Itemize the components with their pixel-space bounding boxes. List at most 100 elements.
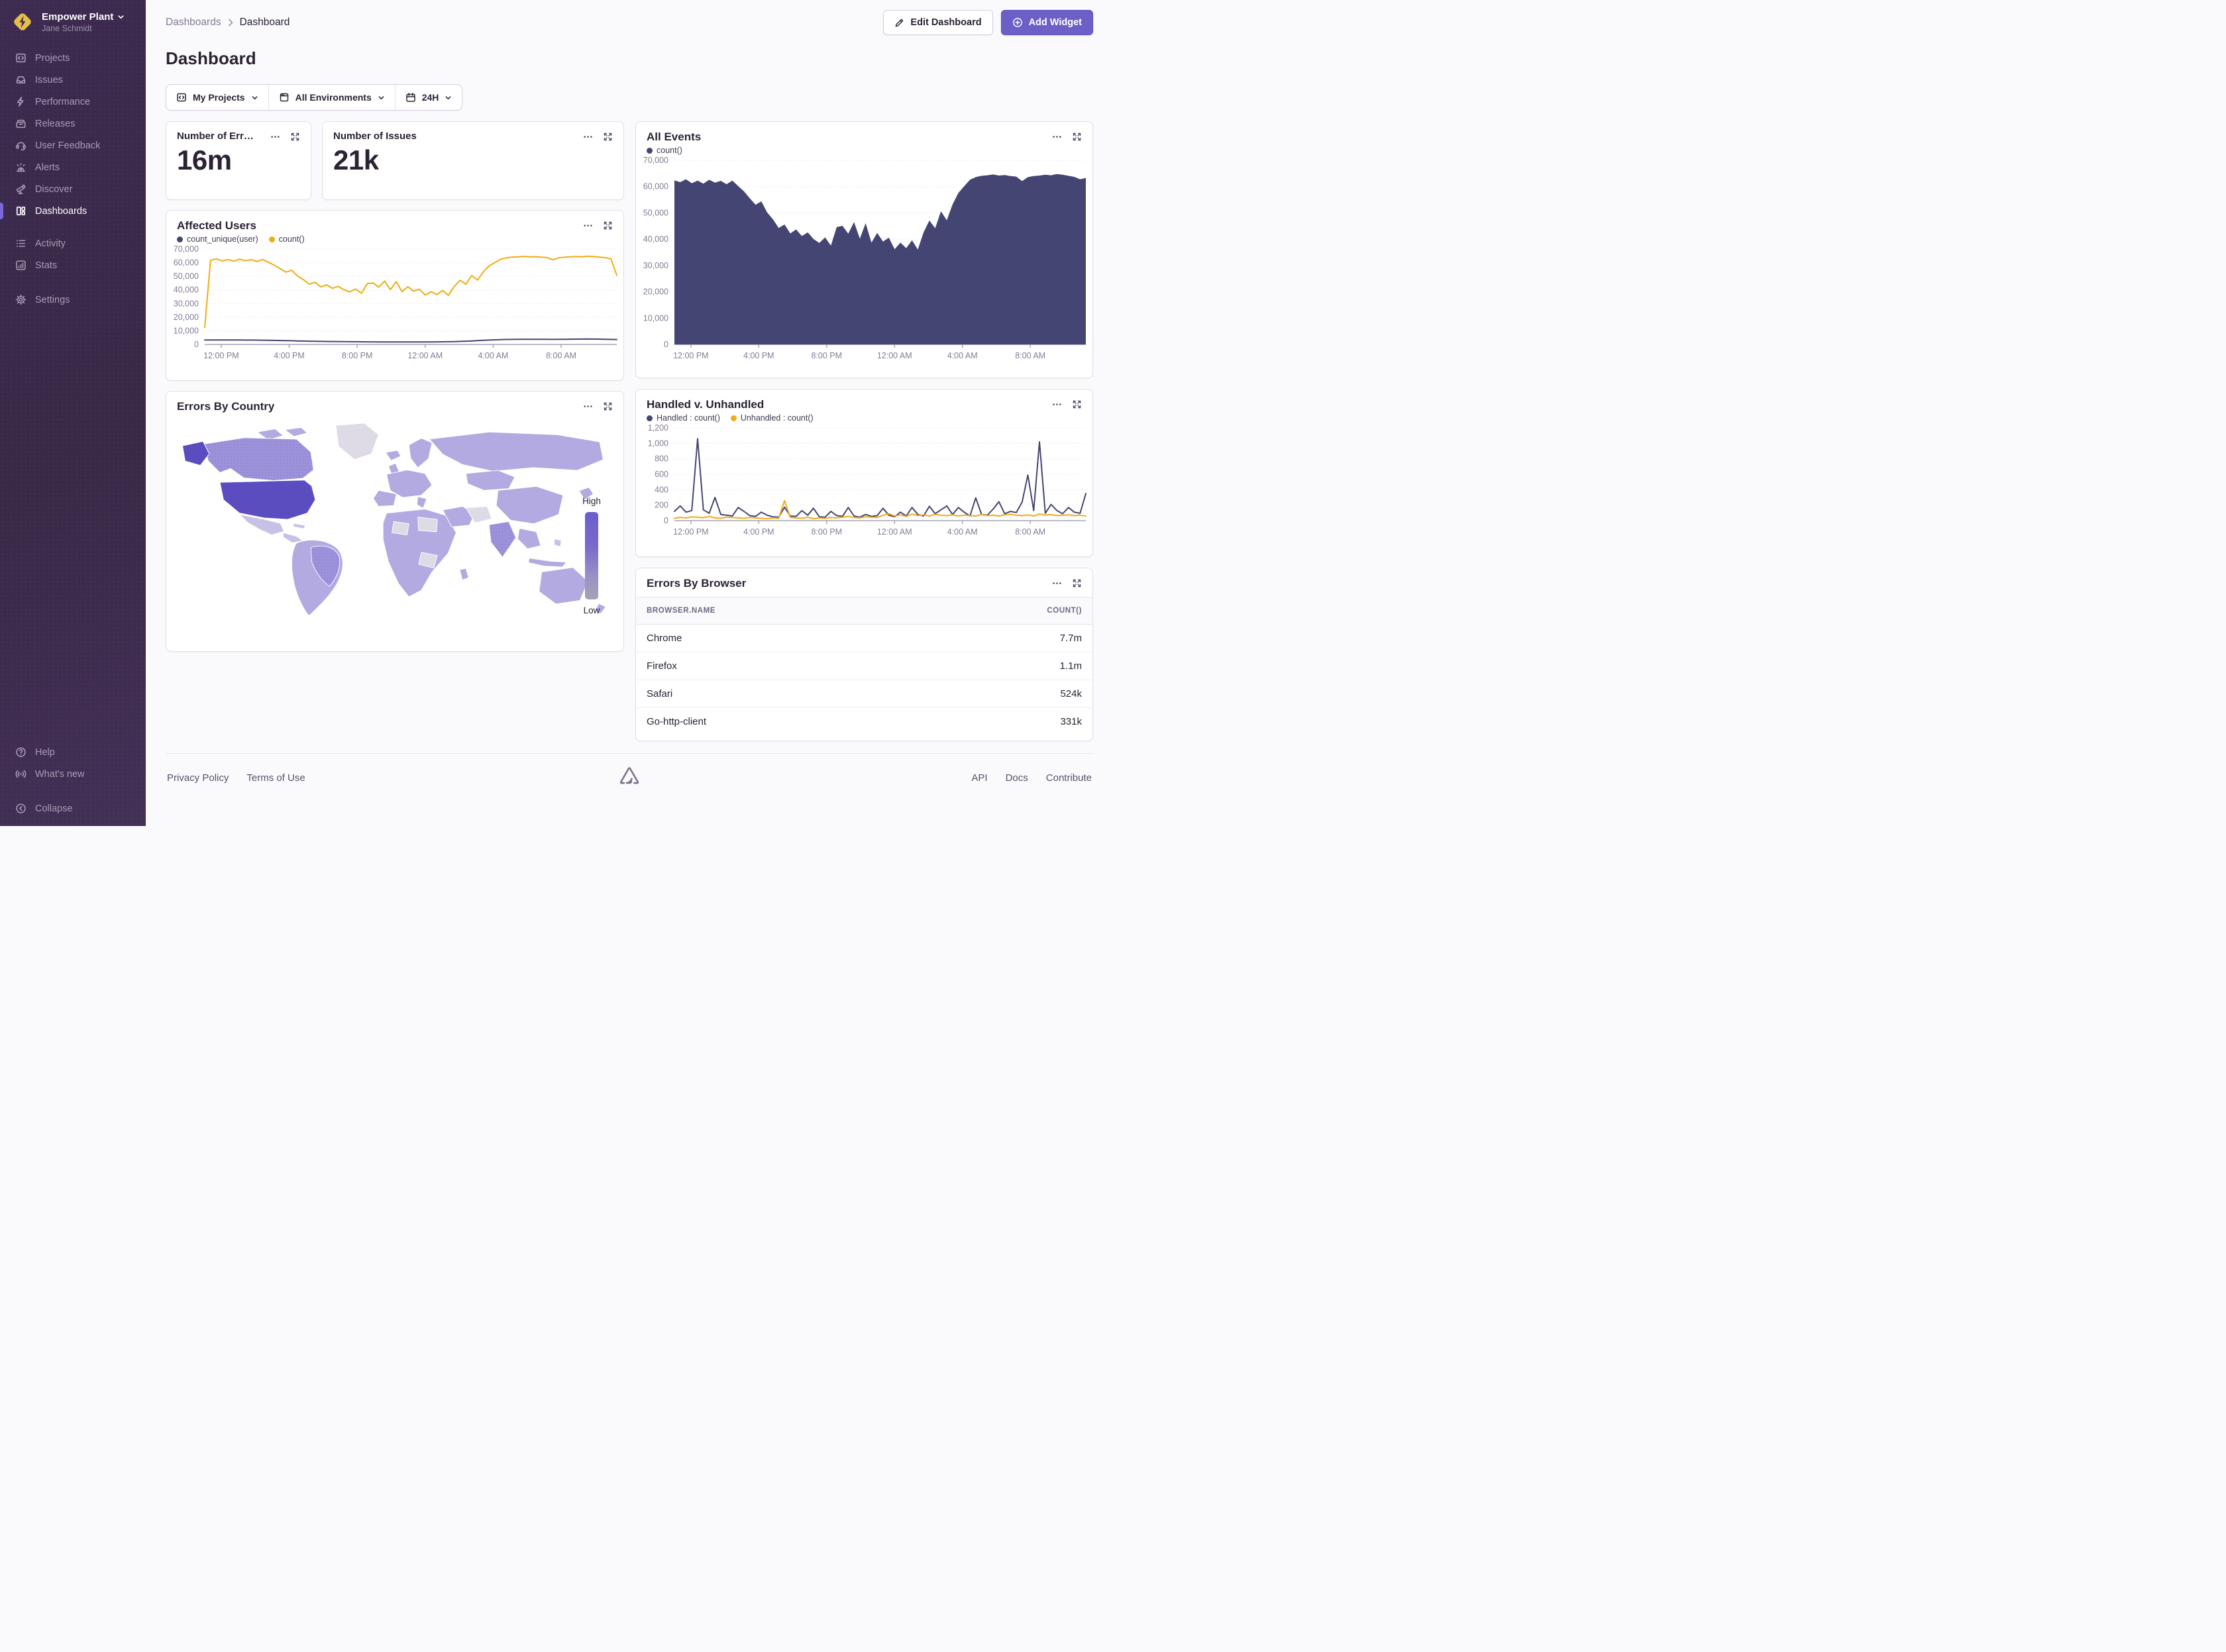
widget-number-of-errors: Number of Err… 16m xyxy=(166,121,311,200)
performance-icon xyxy=(15,96,26,108)
kpi-value: 16m xyxy=(177,144,311,176)
dashboards-icon xyxy=(15,205,26,217)
widget-menu-icon[interactable] xyxy=(583,132,593,142)
time-range-filter[interactable]: 24H xyxy=(395,85,462,110)
broadcast-icon xyxy=(15,768,26,780)
expand-icon[interactable] xyxy=(603,132,613,142)
collapse-icon xyxy=(15,803,26,815)
sidebar-item-user-feedback[interactable]: User Feedback xyxy=(0,134,146,156)
terms-of-use-link[interactable]: Terms of Use xyxy=(246,772,305,784)
environments-filter[interactable]: All Environments xyxy=(268,85,395,110)
widget-all-events: All Events count() 010,00020,00030,00040… xyxy=(635,121,1093,378)
svg-text:20,000: 20,000 xyxy=(174,313,199,322)
expand-icon[interactable] xyxy=(290,132,300,142)
svg-text:4:00 AM: 4:00 AM xyxy=(947,351,978,360)
chevron-right-icon xyxy=(227,19,234,26)
sidebar-item-whats-new[interactable]: What's new xyxy=(0,763,146,785)
svg-text:70,000: 70,000 xyxy=(643,156,668,165)
projects-filter[interactable]: My Projects xyxy=(166,85,268,110)
sidebar-item-collapse[interactable]: Collapse xyxy=(0,798,146,819)
svg-text:800: 800 xyxy=(655,454,668,464)
svg-text:1,000: 1,000 xyxy=(648,439,668,448)
sidebar-item-releases[interactable]: Releases xyxy=(0,113,146,134)
sidebar-item-stats[interactable]: Stats xyxy=(0,254,146,276)
expand-icon[interactable] xyxy=(603,221,613,231)
widget-title: Errors By Browser xyxy=(647,577,746,590)
pencil-icon xyxy=(894,18,904,28)
svg-text:4:00 PM: 4:00 PM xyxy=(274,351,305,360)
sidebar-item-discover[interactable]: Discover xyxy=(0,178,146,200)
topbar: Dashboards Dashboard Edit Dashboard Add … xyxy=(166,0,1093,35)
svg-text:70,000: 70,000 xyxy=(174,244,199,254)
gear-icon xyxy=(15,294,26,306)
widget-menu-icon[interactable] xyxy=(270,132,280,142)
sidebar: Empower Plant Jane Schmidt Projects Issu… xyxy=(0,0,146,826)
svg-text:40,000: 40,000 xyxy=(174,285,199,295)
widget-title: Number of Issues xyxy=(333,130,417,142)
contribute-link[interactable]: Contribute xyxy=(1046,772,1092,784)
svg-text:12:00 PM: 12:00 PM xyxy=(673,527,709,537)
svg-text:1,200: 1,200 xyxy=(648,423,668,433)
table-header-row: BROWSER.NAME COUNT() xyxy=(636,597,1092,625)
affected-users-chart[interactable]: 010,00020,00030,00040,00050,00060,00070,… xyxy=(166,244,623,364)
sidebar-bottom: Help What's new Collapse xyxy=(0,741,146,819)
svg-text:8:00 PM: 8:00 PM xyxy=(811,351,842,360)
widget-title: All Events xyxy=(647,130,701,144)
handled-unhandled-chart[interactable]: 02004006008001,0001,20012:00 PM4:00 PM8:… xyxy=(636,423,1092,541)
svg-text:8:00 AM: 8:00 AM xyxy=(1015,527,1045,537)
svg-text:60,000: 60,000 xyxy=(643,182,668,191)
world-map[interactable] xyxy=(166,413,623,615)
calendar-icon xyxy=(405,92,416,103)
svg-text:50,000: 50,000 xyxy=(174,272,199,281)
org-switcher[interactable]: Empower Plant Jane Schmidt xyxy=(0,0,146,42)
sidebar-item-projects[interactable]: Projects xyxy=(0,47,146,69)
sidebar-item-performance[interactable]: Performance xyxy=(0,91,146,113)
breadcrumb-dashboards-link[interactable]: Dashboards xyxy=(166,17,221,28)
widget-menu-icon[interactable] xyxy=(1052,578,1062,588)
api-link[interactable]: API xyxy=(971,772,987,784)
sidebar-item-activity[interactable]: Activity xyxy=(0,232,146,254)
widget-menu-icon[interactable] xyxy=(1052,132,1062,142)
sidebar-item-help[interactable]: Help xyxy=(0,741,146,763)
expand-icon[interactable] xyxy=(1072,132,1082,142)
svg-text:4:00 PM: 4:00 PM xyxy=(743,527,774,537)
activity-icon xyxy=(15,238,26,250)
releases-icon xyxy=(15,118,26,130)
table-row: Go-http-client 331k xyxy=(636,708,1092,736)
add-widget-button[interactable]: Add Widget xyxy=(1001,10,1093,35)
svg-text:12:00 PM: 12:00 PM xyxy=(203,351,239,360)
svg-text:0: 0 xyxy=(194,340,199,349)
widget-menu-icon[interactable] xyxy=(583,221,593,231)
all-events-chart[interactable]: 010,00020,00030,00040,00050,00060,00070,… xyxy=(636,155,1092,364)
sidebar-nav: Projects Issues Performance Releases Use… xyxy=(0,47,146,311)
svg-text:0: 0 xyxy=(664,516,668,525)
chart-legend: count_unique(user) count() xyxy=(166,232,623,244)
svg-text:12:00 AM: 12:00 AM xyxy=(407,351,443,360)
expand-icon[interactable] xyxy=(1072,399,1082,409)
widget-errors-by-country: Errors By Country xyxy=(166,391,624,652)
svg-text:8:00 PM: 8:00 PM xyxy=(342,351,373,360)
widget-title: Number of Err… xyxy=(177,130,254,142)
expand-icon[interactable] xyxy=(603,401,613,411)
sidebar-item-alerts[interactable]: Alerts xyxy=(0,156,146,178)
svg-text:400: 400 xyxy=(655,485,668,494)
svg-text:8:00 AM: 8:00 AM xyxy=(1015,351,1045,360)
svg-text:600: 600 xyxy=(655,470,668,479)
chevron-down-icon xyxy=(251,94,258,101)
sidebar-item-settings[interactable]: Settings xyxy=(0,289,146,311)
sidebar-item-dashboards[interactable]: Dashboards xyxy=(0,200,146,222)
privacy-policy-link[interactable]: Privacy Policy xyxy=(167,772,229,784)
map-legend-gradient xyxy=(585,512,598,599)
legend-dot xyxy=(269,236,275,242)
edit-dashboard-button[interactable]: Edit Dashboard xyxy=(883,10,992,35)
sidebar-item-issues[interactable]: Issues xyxy=(0,69,146,91)
widget-title: Affected Users xyxy=(177,219,256,232)
svg-text:20,000: 20,000 xyxy=(643,287,668,297)
projects-filter-icon xyxy=(176,92,187,103)
filter-bar: My Projects All Environments 24H xyxy=(166,84,462,111)
widget-menu-icon[interactable] xyxy=(583,401,593,411)
docs-link[interactable]: Docs xyxy=(1006,772,1028,784)
widget-menu-icon[interactable] xyxy=(1052,399,1062,409)
expand-icon[interactable] xyxy=(1072,578,1082,588)
breadcrumb-current: Dashboard xyxy=(240,17,290,28)
